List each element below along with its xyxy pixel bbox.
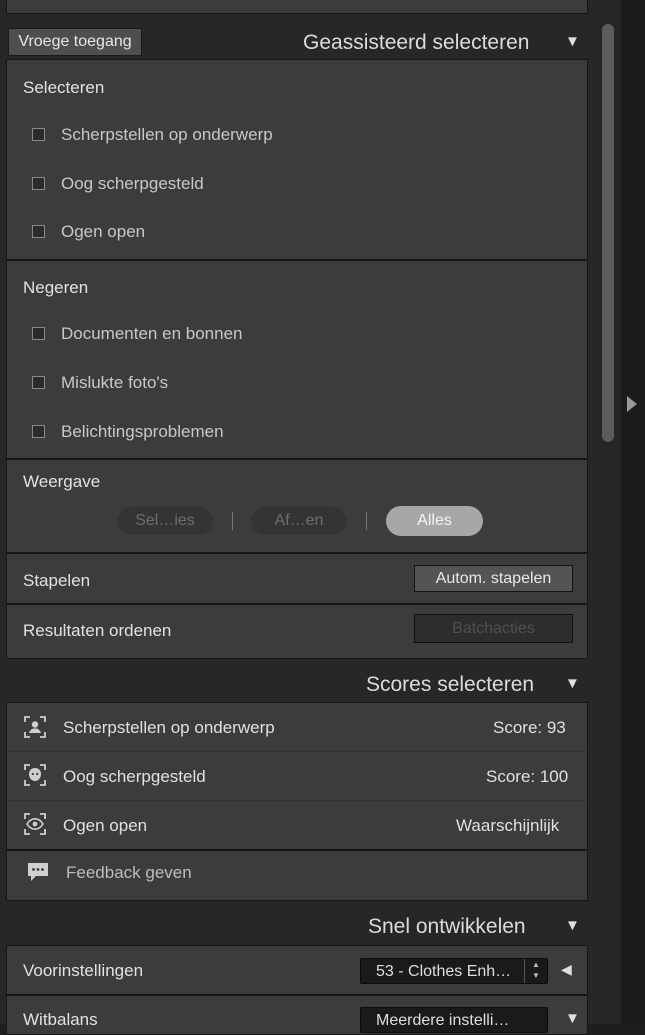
checkbox-label: Scherpstellen op onderwerp xyxy=(61,125,273,144)
row-divider xyxy=(7,800,587,801)
divider xyxy=(6,259,588,261)
collapse-triangle-icon[interactable]: ▼ xyxy=(565,33,580,50)
divider xyxy=(6,603,588,605)
score-row-value: Score: 100 xyxy=(486,767,569,786)
collapse-triangle-icon[interactable]: ▼ xyxy=(565,675,580,692)
checkbox-failed-photos[interactable] xyxy=(32,376,45,389)
preset-label: Voorinstellingen xyxy=(23,961,144,980)
subject-focus-icon xyxy=(24,716,46,738)
checkbox-label: Documenten en bonnen xyxy=(61,324,243,343)
feedback-speech-bubble-icon[interactable] xyxy=(26,861,50,883)
eyes-open-icon xyxy=(24,813,46,835)
view-heading: Weergave xyxy=(23,472,101,491)
white-balance-label: Witbalans xyxy=(23,1010,98,1029)
panel-edge xyxy=(621,0,645,1024)
divider xyxy=(6,849,588,851)
auto-stack-button[interactable]: Autom. stapelen xyxy=(414,565,573,592)
checkbox-label: Belichtingsproblemen xyxy=(61,422,224,441)
previous-section-remnant xyxy=(6,0,588,14)
stack-label: Stapelen xyxy=(23,571,91,590)
score-row-label: Oog scherpgesteld xyxy=(63,767,206,786)
expand-right-panel-icon[interactable] xyxy=(627,396,637,412)
checkbox-label: Mislukte foto's xyxy=(61,373,169,392)
view-segment-rejected[interactable]: Af…en xyxy=(251,507,347,535)
checkbox-exposure[interactable] xyxy=(32,425,45,438)
scrollbar-thumb[interactable] xyxy=(602,24,614,442)
score-row-label: Scherpstellen op onderwerp xyxy=(63,718,275,737)
divider xyxy=(6,458,588,460)
stepper-arrows-icon: ▲ ▼ xyxy=(524,959,547,983)
preset-select[interactable]: 53 - Clothes Enh… ▲ ▼ xyxy=(360,958,548,984)
segment-separator xyxy=(232,512,233,530)
feedback-link[interactable]: Feedback geven xyxy=(66,863,192,883)
view-segment-all[interactable]: Alles xyxy=(386,506,483,536)
checkbox-label: Oog scherpgesteld xyxy=(61,174,204,193)
score-row-label: Ogen open xyxy=(63,816,148,835)
collapse-triangle-icon[interactable]: ▼ xyxy=(565,1010,580,1027)
divider xyxy=(6,552,588,554)
score-row-value: Score: 93 xyxy=(493,718,566,737)
checkbox-documents[interactable] xyxy=(32,327,45,340)
divider xyxy=(6,994,588,996)
preset-select-value: 53 - Clothes Enh… xyxy=(376,963,512,980)
expand-triangle-left-icon[interactable]: ◀ xyxy=(561,961,572,978)
ignore-heading: Negeren xyxy=(23,278,89,297)
row-divider xyxy=(7,751,587,752)
segment-separator xyxy=(366,512,367,530)
select-heading: Selecteren xyxy=(23,78,105,97)
white-balance-select[interactable]: Meerdere instelli… xyxy=(360,1007,548,1033)
quick-develop-title[interactable]: Snel ontwikkelen xyxy=(368,915,526,939)
batch-actions-button[interactable]: Batchacties xyxy=(414,614,573,643)
checkbox-subject-focus[interactable] xyxy=(32,128,45,141)
checkbox-eye-focus[interactable] xyxy=(32,177,45,190)
early-access-button[interactable]: Vroege toegang xyxy=(8,28,142,56)
assisted-select-title[interactable]: Geassisteerd selecteren xyxy=(303,31,529,55)
wb-select-value: Meerdere instelli… xyxy=(376,1012,510,1029)
collapse-triangle-icon[interactable]: ▼ xyxy=(565,917,580,934)
score-row-value: Waarschijnlijk xyxy=(456,816,560,835)
sort-results-label: Resultaten ordenen xyxy=(23,621,172,640)
view-segment-selections[interactable]: Sel…ies xyxy=(117,507,213,535)
checkbox-eyes-open[interactable] xyxy=(32,225,45,238)
eye-focus-icon xyxy=(24,764,46,786)
scores-select-title[interactable]: Scores selecteren xyxy=(366,673,534,697)
checkbox-label: Ogen open xyxy=(61,222,146,241)
